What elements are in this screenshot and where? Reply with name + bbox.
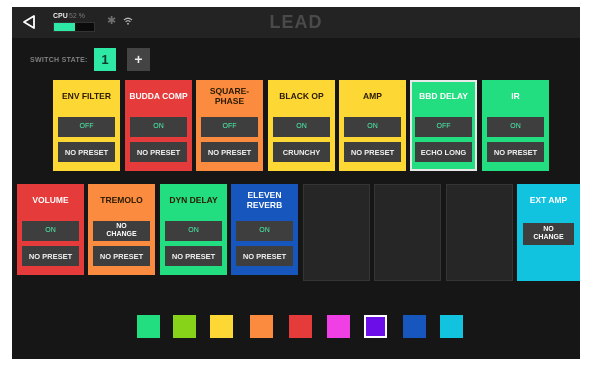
block-name: SQUARE- PHASE [209, 86, 250, 106]
block-preset[interactable]: NO PRESET [130, 142, 187, 162]
switch-state-1-button[interactable]: 1 [94, 48, 116, 71]
block-preset[interactable]: ECHO LONG [415, 142, 472, 162]
block-preset[interactable]: NO PRESET [344, 142, 401, 162]
block-state[interactable]: ON [130, 117, 187, 137]
block-black-op[interactable]: BLACK OP ON CRUNCHY [268, 80, 335, 171]
block-name: BBD DELAY [419, 91, 468, 101]
block-preset[interactable]: NO PRESET [165, 246, 222, 266]
block-state[interactable]: NO CHANGE [523, 223, 574, 245]
empty-block-slot[interactable] [303, 184, 370, 281]
block-state[interactable]: ON [236, 221, 293, 241]
block-dyn-delay[interactable]: DYN DELAY ON NO PRESET [160, 184, 227, 275]
block-name: ELEVEN REVERB [246, 190, 283, 210]
empty-block-slot[interactable] [446, 184, 513, 281]
block-state[interactable]: OFF [201, 117, 258, 137]
empty-block-slot[interactable] [374, 184, 441, 281]
block-name: EXT AMP [529, 195, 568, 205]
swatch-cyan[interactable] [440, 315, 463, 338]
block-budda-comp[interactable]: BUDDA COMP ON NO PRESET [125, 80, 192, 171]
block-state[interactable]: OFF [415, 117, 472, 137]
preset-title: LEAD [269, 12, 323, 32]
block-preset[interactable]: NO PRESET [22, 246, 79, 266]
block-state[interactable]: ON [165, 221, 222, 241]
block-ext-amp[interactable]: EXT AMP NO CHANGE [517, 184, 580, 281]
block-name: TREMOLO [100, 195, 143, 205]
swatch-red[interactable] [289, 315, 312, 338]
block-state[interactable]: ON [273, 117, 330, 137]
block-preset[interactable]: NO PRESET [58, 142, 115, 162]
block-squarephase[interactable]: SQUARE- PHASE OFF NO PRESET [196, 80, 263, 171]
swatch-blue[interactable] [403, 315, 426, 338]
block-state[interactable]: OFF [58, 117, 115, 137]
block-volume[interactable]: VOLUME ON NO PRESET [17, 184, 84, 275]
block-state[interactable]: ON [344, 117, 401, 137]
block-name: BLACK OP [279, 91, 324, 101]
block-name: BUDDA COMP [129, 91, 188, 101]
swatch-purple[interactable] [364, 315, 387, 338]
swatch-green[interactable] [137, 315, 160, 338]
block-preset[interactable]: NO PRESET [487, 142, 544, 162]
block-amp[interactable]: AMP ON NO PRESET [339, 80, 406, 171]
swatch-lime[interactable] [173, 315, 196, 338]
block-bbd-delay[interactable]: BBD DELAY OFF ECHO LONG [410, 80, 477, 171]
add-switch-state-button[interactable]: + [127, 48, 150, 71]
block-preset[interactable]: NO PRESET [201, 142, 258, 162]
swatch-pink[interactable] [327, 315, 350, 338]
block-name: VOLUME [32, 195, 69, 205]
block-ir[interactable]: IR ON NO PRESET [482, 80, 549, 171]
block-state[interactable]: ON [22, 221, 79, 241]
block-name: ENV FILTER [62, 91, 111, 101]
block-state[interactable]: NO CHANGE [93, 221, 150, 241]
block-name: DYN DELAY [169, 195, 218, 205]
block-tremolo[interactable]: TREMOLO NO CHANGE NO PRESET [88, 184, 155, 275]
block-name: IR [511, 91, 520, 101]
block-name: AMP [363, 91, 382, 101]
block-eleven-reverb[interactable]: ELEVEN REVERB ON NO PRESET [231, 184, 298, 275]
swatch-yellow[interactable] [210, 315, 233, 338]
block-state[interactable]: ON [487, 117, 544, 137]
switch-state-label: SWITCH STATE: [30, 57, 88, 64]
block-preset[interactable]: CRUNCHY [273, 142, 330, 162]
block-env-filter[interactable]: ENV FILTER OFF NO PRESET [53, 80, 120, 171]
block-preset[interactable]: NO PRESET [93, 246, 150, 266]
app-screen: CPU 52 % ✱ LEAD SWITCH STATE: 1 + ENV FI… [12, 7, 580, 359]
block-preset[interactable]: NO PRESET [236, 246, 293, 266]
top-bar: CPU 52 % ✱ LEAD [12, 7, 580, 38]
swatch-orange[interactable] [250, 315, 273, 338]
